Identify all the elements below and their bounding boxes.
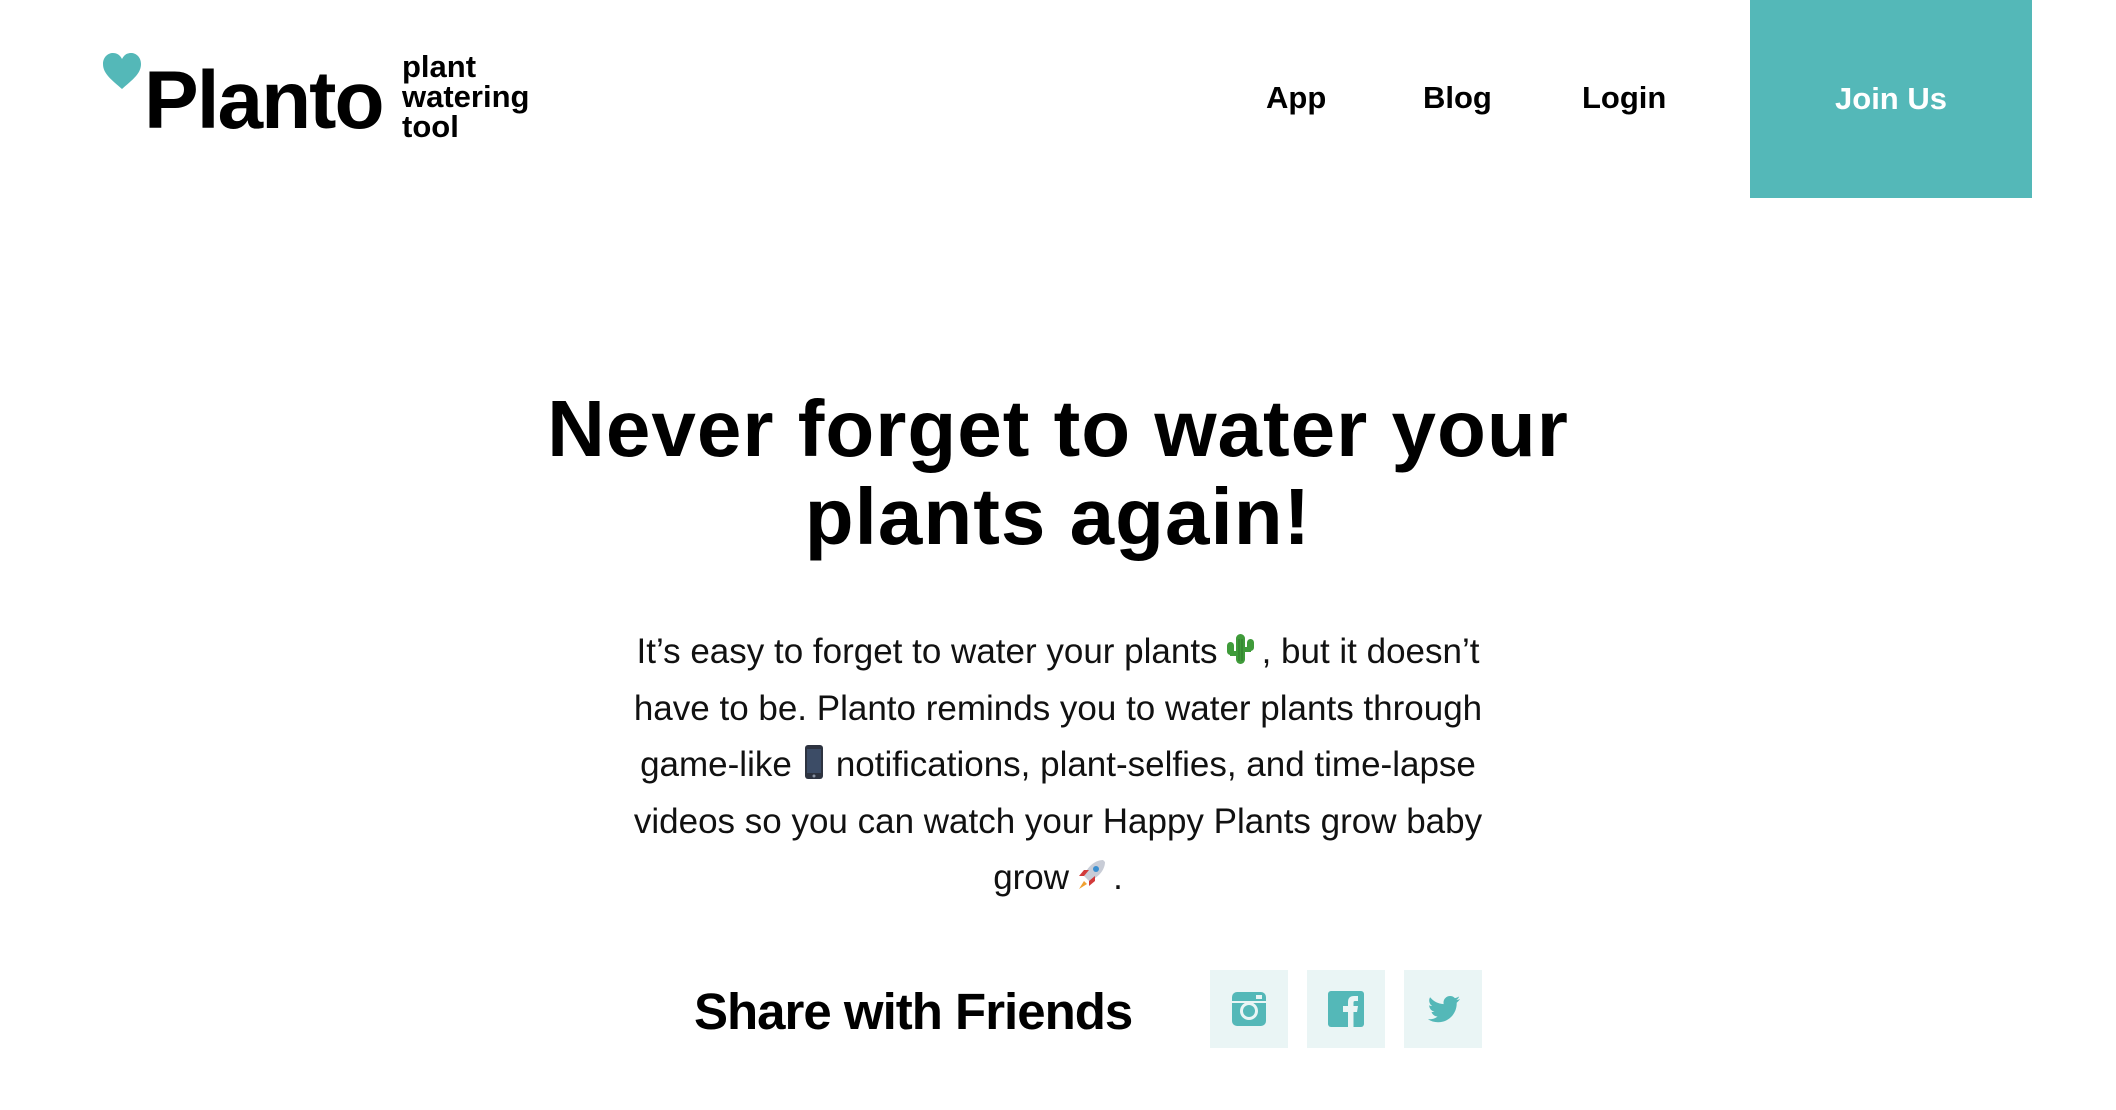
hero-title-line-2: plants again! <box>804 472 1312 561</box>
nav-link-app[interactable]: App <box>1266 78 1326 118</box>
rocket-icon <box>1079 860 1106 889</box>
facebook-icon <box>1328 991 1364 1027</box>
twitter-share-button[interactable] <box>1404 970 1482 1048</box>
landing-page: Planto plant watering tool App Blog Logi… <box>0 0 2116 1110</box>
nav-link-login[interactable]: Login <box>1582 78 1666 118</box>
join-us-button[interactable]: Join Us <box>1750 0 2032 198</box>
tagline-line-2: watering <box>402 79 530 114</box>
hero-text-part-1: It’s easy to forget to water your plants <box>636 632 1218 671</box>
hero-description: It’s easy to forget to water your plants… <box>598 624 1518 907</box>
hero-title-line-1: Never forget to water your <box>547 384 1569 473</box>
heart-icon <box>103 53 141 89</box>
instagram-share-button[interactable] <box>1210 970 1288 1048</box>
facebook-share-button[interactable] <box>1307 970 1385 1048</box>
share-label: Share with Friends <box>694 983 1133 1040</box>
twitter-icon <box>1427 996 1460 1023</box>
tagline-line-3: tool <box>402 109 459 144</box>
brand-name: Planto <box>144 55 385 146</box>
brand-tagline: plant watering tool <box>402 49 530 144</box>
instagram-icon <box>1232 992 1266 1026</box>
nav-link-blog[interactable]: Blog <box>1423 78 1492 118</box>
hero-text-part-4: . <box>1113 858 1123 897</box>
hero-title: Never forget to water your plants again! <box>408 385 1708 561</box>
mobile-phone-icon <box>804 745 823 779</box>
tagline-line-1: plant <box>402 49 477 84</box>
cactus-icon <box>1226 634 1254 664</box>
